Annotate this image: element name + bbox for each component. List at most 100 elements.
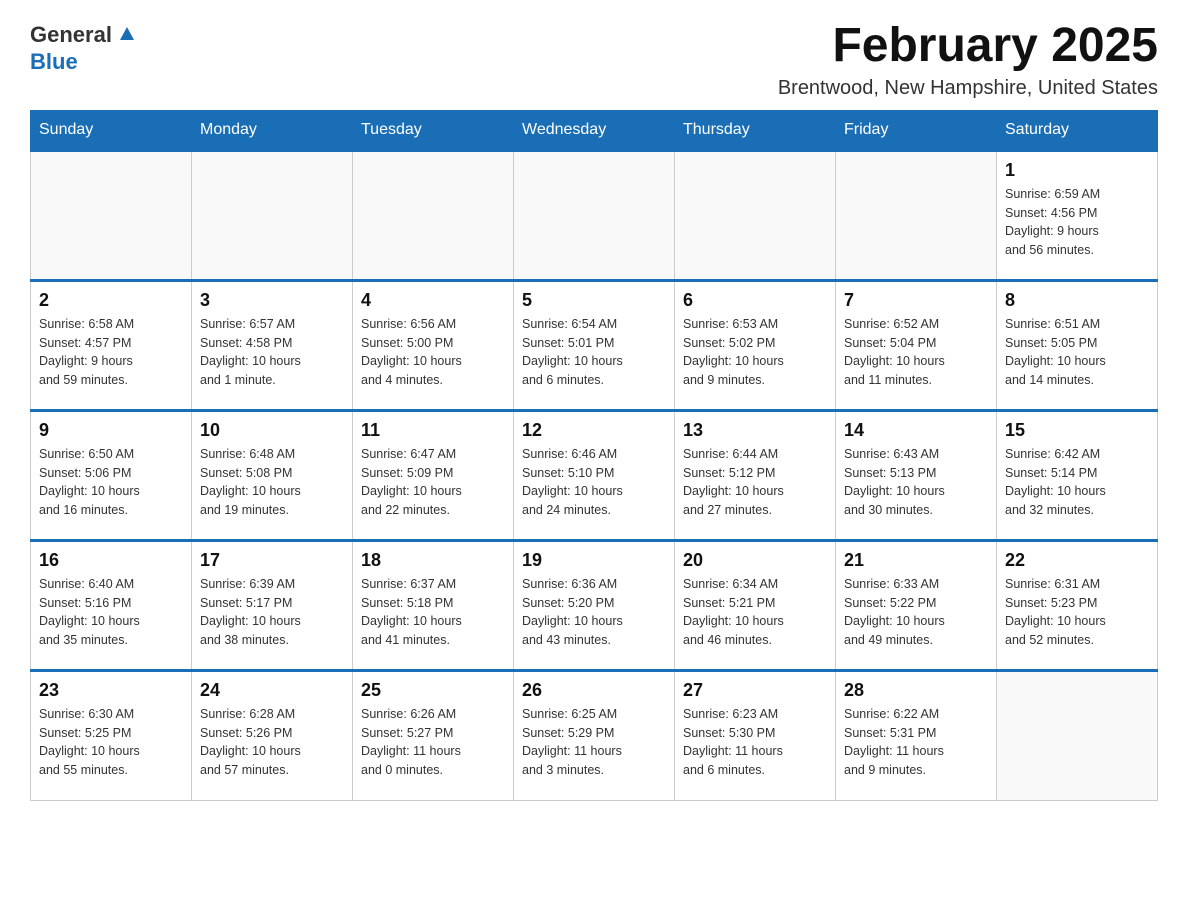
calendar-cell: 24 Sunrise: 6:28 AM Sunset: 5:26 PM Dayli…: [192, 670, 353, 800]
day-number: 12: [522, 420, 666, 441]
day-info: Sunrise: 6:57 AM Sunset: 4:58 PM Dayligh…: [200, 315, 344, 390]
calendar-cell: 25Sunrise: 6:26 AM Sunset: 5:27 PM Dayli…: [353, 670, 514, 800]
calendar-cell: 2Sunrise: 6:58 AM Sunset: 4:57 PM Daylig…: [31, 280, 192, 410]
calendar-cell: 13 Sunrise: 6:44 AM Sunset: 5:12 PM Dayli…: [675, 410, 836, 540]
calendar-cell: 7 Sunrise: 6:52 AM Sunset: 5:04 PM Daylig…: [836, 280, 997, 410]
day-info: Sunrise: 6:33 AM Sunset: 5:22 PM Dayligh…: [844, 575, 988, 650]
day-number: 28: [844, 680, 988, 701]
week-row-2: 9 Sunrise: 6:50 AM Sunset: 5:06 PM Daylig…: [31, 410, 1158, 540]
calendar-cell: 28 Sunrise: 6:22 AM Sunset: 5:31 PM Dayli…: [836, 670, 997, 800]
day-info: Sunrise: 6:40 AM Sunset: 5:16 PM Dayligh…: [39, 575, 183, 650]
page-header: General Blue February 2025 Brentwood, Ne…: [30, 20, 1158, 100]
day-number: 16: [39, 550, 183, 571]
day-number: 11: [361, 420, 505, 441]
calendar-cell: 23 Sunrise: 6:30 AM Sunset: 5:25 PM Dayli…: [31, 670, 192, 800]
day-info: Sunrise: 6:30 AM Sunset: 5:25 PM Dayligh…: [39, 705, 183, 780]
weekday-header-monday: Monday: [192, 110, 353, 150]
day-number: 6: [683, 290, 827, 311]
day-info: Sunrise: 6:22 AM Sunset: 5:31 PM Dayligh…: [844, 705, 988, 780]
calendar-cell: 11 Sunrise: 6:47 AM Sunset: 5:09 PM Dayli…: [353, 410, 514, 540]
calendar-cell: 20 Sunrise: 6:34 AM Sunset: 5:21 PM Dayli…: [675, 540, 836, 670]
calendar-cell: 12Sunrise: 6:46 AM Sunset: 5:10 PM Dayli…: [514, 410, 675, 540]
week-row-0: 1 Sunrise: 6:59 AM Sunset: 4:56 PM Daylig…: [31, 150, 1158, 280]
day-info: Sunrise: 6:39 AM Sunset: 5:17 PM Dayligh…: [200, 575, 344, 650]
logo-general-text: General: [30, 22, 112, 48]
calendar-cell: 4Sunrise: 6:56 AM Sunset: 5:00 PM Daylig…: [353, 280, 514, 410]
day-info: Sunrise: 6:34 AM Sunset: 5:21 PM Dayligh…: [683, 575, 827, 650]
calendar-cell: [836, 150, 997, 280]
day-number: 1: [1005, 160, 1149, 181]
day-number: 27: [683, 680, 827, 701]
day-number: 19: [522, 550, 666, 571]
day-number: 17: [200, 550, 344, 571]
day-info: Sunrise: 6:48 AM Sunset: 5:08 PM Dayligh…: [200, 445, 344, 520]
day-number: 8: [1005, 290, 1149, 311]
weekday-header-wednesday: Wednesday: [514, 110, 675, 150]
day-number: 14: [844, 420, 988, 441]
calendar-cell: 1 Sunrise: 6:59 AM Sunset: 4:56 PM Daylig…: [997, 150, 1158, 280]
day-number: 24: [200, 680, 344, 701]
day-info: Sunrise: 6:44 AM Sunset: 5:12 PM Dayligh…: [683, 445, 827, 520]
calendar-cell: [31, 150, 192, 280]
day-number: 5: [522, 290, 666, 311]
title-section: February 2025 Brentwood, New Hampshire, …: [778, 20, 1158, 100]
logo-blue-text: Blue: [30, 49, 78, 74]
day-info: Sunrise: 6:42 AM Sunset: 5:14 PM Dayligh…: [1005, 445, 1149, 520]
day-number: 22: [1005, 550, 1149, 571]
week-row-3: 16 Sunrise: 6:40 AM Sunset: 5:16 PM Dayli…: [31, 540, 1158, 670]
day-info: Sunrise: 6:51 AM Sunset: 5:05 PM Dayligh…: [1005, 315, 1149, 390]
day-number: 15: [1005, 420, 1149, 441]
calendar-cell: 26Sunrise: 6:25 AM Sunset: 5:29 PM Dayli…: [514, 670, 675, 800]
day-info: Sunrise: 6:59 AM Sunset: 4:56 PM Dayligh…: [1005, 185, 1149, 260]
calendar-cell: 9 Sunrise: 6:50 AM Sunset: 5:06 PM Daylig…: [31, 410, 192, 540]
calendar-cell: [353, 150, 514, 280]
calendar-cell: 21 Sunrise: 6:33 AM Sunset: 5:22 PM Dayli…: [836, 540, 997, 670]
calendar-cell: 5 Sunrise: 6:54 AM Sunset: 5:01 PM Daylig…: [514, 280, 675, 410]
logo: General Blue: [30, 20, 138, 75]
calendar-cell: [997, 670, 1158, 800]
calendar-title: February 2025: [778, 20, 1158, 73]
calendar-cell: 3Sunrise: 6:57 AM Sunset: 4:58 PM Daylig…: [192, 280, 353, 410]
day-number: 13: [683, 420, 827, 441]
logo-triangle-icon: [116, 22, 138, 49]
calendar-cell: 27 Sunrise: 6:23 AM Sunset: 5:30 PM Dayli…: [675, 670, 836, 800]
day-number: 4: [361, 290, 505, 311]
day-info: Sunrise: 6:47 AM Sunset: 5:09 PM Dayligh…: [361, 445, 505, 520]
weekday-header-thursday: Thursday: [675, 110, 836, 150]
week-row-4: 23 Sunrise: 6:30 AM Sunset: 5:25 PM Dayli…: [31, 670, 1158, 800]
calendar-subtitle: Brentwood, New Hampshire, United States: [778, 77, 1158, 100]
day-info: Sunrise: 6:54 AM Sunset: 5:01 PM Dayligh…: [522, 315, 666, 390]
day-number: 9: [39, 420, 183, 441]
weekday-header-sunday: Sunday: [31, 110, 192, 150]
day-number: 23: [39, 680, 183, 701]
calendar-cell: 8 Sunrise: 6:51 AM Sunset: 5:05 PM Daylig…: [997, 280, 1158, 410]
calendar-cell: 19Sunrise: 6:36 AM Sunset: 5:20 PM Dayli…: [514, 540, 675, 670]
day-info: Sunrise: 6:43 AM Sunset: 5:13 PM Dayligh…: [844, 445, 988, 520]
day-number: 20: [683, 550, 827, 571]
day-number: 2: [39, 290, 183, 311]
calendar-cell: 16 Sunrise: 6:40 AM Sunset: 5:16 PM Dayli…: [31, 540, 192, 670]
day-info: Sunrise: 6:53 AM Sunset: 5:02 PM Dayligh…: [683, 315, 827, 390]
calendar-cell: 6 Sunrise: 6:53 AM Sunset: 5:02 PM Daylig…: [675, 280, 836, 410]
day-number: 10: [200, 420, 344, 441]
calendar-cell: 18Sunrise: 6:37 AM Sunset: 5:18 PM Dayli…: [353, 540, 514, 670]
calendar-cell: 17 Sunrise: 6:39 AM Sunset: 5:17 PM Dayli…: [192, 540, 353, 670]
calendar-cell: [675, 150, 836, 280]
day-number: 21: [844, 550, 988, 571]
day-info: Sunrise: 6:28 AM Sunset: 5:26 PM Dayligh…: [200, 705, 344, 780]
calendar-cell: 22 Sunrise: 6:31 AM Sunset: 5:23 PM Dayli…: [997, 540, 1158, 670]
day-number: 7: [844, 290, 988, 311]
day-info: Sunrise: 6:37 AM Sunset: 5:18 PM Dayligh…: [361, 575, 505, 650]
calendar-cell: [192, 150, 353, 280]
calendar-cell: [514, 150, 675, 280]
day-info: Sunrise: 6:52 AM Sunset: 5:04 PM Dayligh…: [844, 315, 988, 390]
day-info: Sunrise: 6:31 AM Sunset: 5:23 PM Dayligh…: [1005, 575, 1149, 650]
week-row-1: 2Sunrise: 6:58 AM Sunset: 4:57 PM Daylig…: [31, 280, 1158, 410]
calendar-cell: 14 Sunrise: 6:43 AM Sunset: 5:13 PM Dayli…: [836, 410, 997, 540]
day-info: Sunrise: 6:26 AM Sunset: 5:27 PM Dayligh…: [361, 705, 505, 780]
day-info: Sunrise: 6:50 AM Sunset: 5:06 PM Dayligh…: [39, 445, 183, 520]
weekday-header-saturday: Saturday: [997, 110, 1158, 150]
weekday-header-tuesday: Tuesday: [353, 110, 514, 150]
day-info: Sunrise: 6:23 AM Sunset: 5:30 PM Dayligh…: [683, 705, 827, 780]
calendar-table: SundayMondayTuesdayWednesdayThursdayFrid…: [30, 110, 1158, 801]
